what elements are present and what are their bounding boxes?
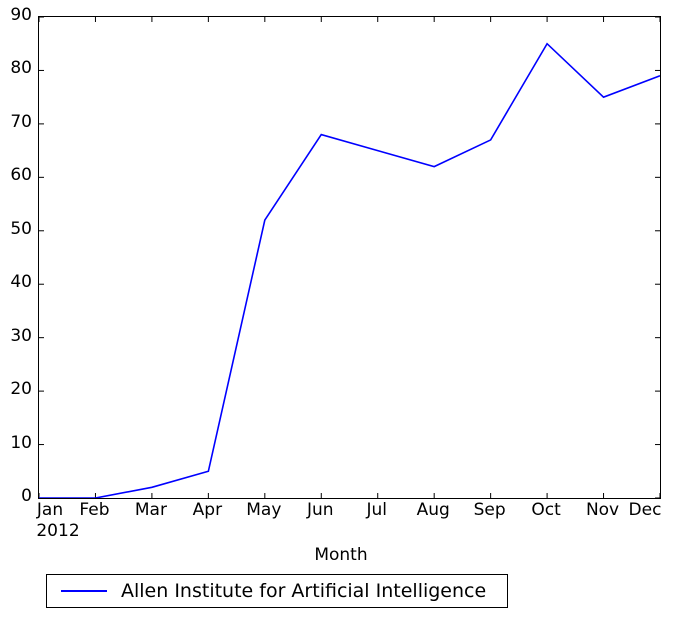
x-tick-label: Mar — [134, 500, 167, 520]
x-tick-label: Aug — [416, 500, 450, 520]
x-tick-label: Jul — [366, 500, 387, 520]
x-tick-label: Apr — [192, 500, 223, 520]
chart-legend: Allen Institute for Artificial Intellige… — [46, 574, 508, 608]
x-axis-label: Month — [314, 545, 368, 565]
x-tick-sublabel: 2012 — [36, 521, 80, 541]
x-tick-label: Jan — [36, 500, 64, 520]
x-tick-label: May — [246, 500, 282, 520]
x-tick-label: Oct — [531, 500, 561, 520]
x-axis-tick-labels: Jan 2012 Feb Mar Apr May Jun Jul Aug Sep Oct Nov Dec — [0, 0, 682, 621]
x-tick-label: Dec — [628, 500, 662, 520]
legend-item-label: Allen Institute for Artificial Intellige… — [121, 579, 487, 602]
x-tick-label: Jun — [306, 500, 334, 520]
x-tick-label: Nov — [585, 500, 620, 520]
chart-figure: 0 10 20 30 40 50 60 70 80 90 Jan 2012 Feb Mar Apr May J… — [0, 0, 682, 621]
x-tick-label: Sep — [473, 500, 506, 520]
legend-line-swatch — [61, 590, 107, 592]
x-tick-label: Feb — [79, 500, 110, 520]
legend-item: Allen Institute for Artificial Intellige… — [47, 579, 487, 602]
